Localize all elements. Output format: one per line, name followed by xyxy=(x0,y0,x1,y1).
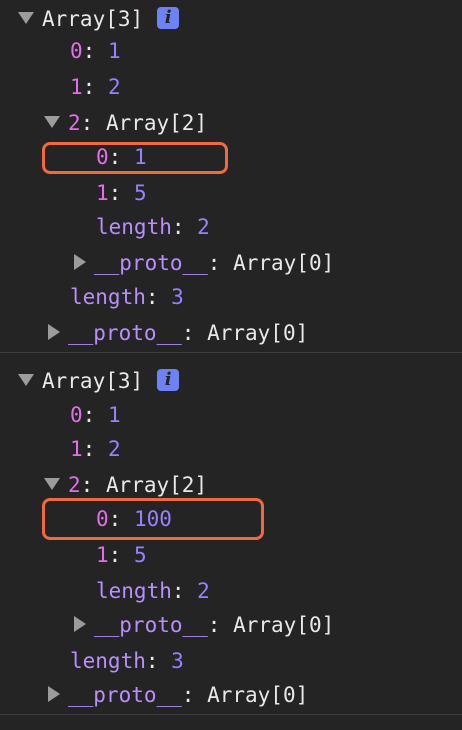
proto-value: Array[0] xyxy=(233,613,335,637)
divider xyxy=(0,714,462,715)
length-value: 2 xyxy=(197,579,210,603)
triangle-right-icon[interactable] xyxy=(74,254,86,270)
nested-length-row: length: 2 xyxy=(96,215,210,239)
array-header-row[interactable]: Array[3] i xyxy=(18,366,180,396)
array-header-label: Array[3] xyxy=(42,369,144,393)
info-icon[interactable]: i xyxy=(157,369,180,391)
property-value: 1 xyxy=(107,39,121,63)
property-key: 0 xyxy=(96,145,109,169)
nested-proto-row[interactable]: __proto__: Array[0] xyxy=(74,248,334,278)
property-value: 5 xyxy=(133,543,147,567)
nested-item-row: 1: 5 xyxy=(96,181,147,205)
nested-item-row: 1: 5 xyxy=(96,543,147,567)
triangle-down-icon[interactable] xyxy=(18,12,34,24)
triangle-down-icon[interactable] xyxy=(44,478,60,490)
array-item-row: 0: 1 xyxy=(70,403,121,427)
triangle-right-icon[interactable] xyxy=(48,686,60,702)
property-key: 1 xyxy=(70,75,83,99)
property-value: Array[2] xyxy=(105,111,208,135)
proto-value: Array[0] xyxy=(207,321,309,345)
triangle-down-icon[interactable] xyxy=(44,116,60,128)
length-value: 3 xyxy=(171,649,184,673)
length-value: 2 xyxy=(197,215,210,239)
length-row: length: 3 xyxy=(70,649,184,673)
proto-key: __proto__ xyxy=(68,683,182,707)
property-key: 0 xyxy=(96,507,109,531)
proto-key: __proto__ xyxy=(68,321,182,345)
proto-row[interactable]: __proto__: Array[0] xyxy=(48,680,308,710)
property-value: Array[2] xyxy=(105,473,208,497)
property-value: 2 xyxy=(107,437,121,461)
array-header-label: Array[3] xyxy=(42,7,144,31)
property-value: 1 xyxy=(133,145,147,169)
array-header-row[interactable]: Array[3] i xyxy=(18,4,180,34)
property-value: 5 xyxy=(133,181,147,205)
property-key: 1 xyxy=(96,543,109,567)
triangle-right-icon[interactable] xyxy=(74,616,86,632)
proto-value: Array[0] xyxy=(233,251,335,275)
property-key: 1 xyxy=(70,437,83,461)
length-value: 3 xyxy=(171,285,184,309)
console-object-panel-2: Array[3] i 0: 1 1: 2 2: Array[2] 0: 100 1… xyxy=(0,362,462,714)
nested-array-row[interactable]: 2: Array[2] xyxy=(44,470,207,500)
length-key: length xyxy=(96,579,172,603)
array-item-row: 1: 2 xyxy=(70,437,121,461)
length-key: length xyxy=(70,649,146,673)
property-key: 2 xyxy=(68,473,81,497)
proto-row[interactable]: __proto__: Array[0] xyxy=(48,318,308,348)
console-object-panel-1: Array[3] i 0: 1 1: 2 2: Array[2] 0: 1 1: … xyxy=(0,0,462,352)
nested-proto-row[interactable]: __proto__: Array[0] xyxy=(74,610,334,640)
length-row: length: 3 xyxy=(70,285,184,309)
length-key: length xyxy=(70,285,146,309)
triangle-down-icon[interactable] xyxy=(18,374,34,386)
length-key: length xyxy=(96,215,172,239)
triangle-right-icon[interactable] xyxy=(48,324,60,340)
proto-value: Array[0] xyxy=(207,683,309,707)
property-value: 2 xyxy=(107,75,121,99)
divider xyxy=(0,352,462,353)
property-key: 0 xyxy=(70,403,83,427)
proto-key: __proto__ xyxy=(94,613,208,637)
property-key: 1 xyxy=(96,181,109,205)
property-key: 0 xyxy=(70,39,83,63)
property-key: 2 xyxy=(68,111,81,135)
array-item-row: 0: 1 xyxy=(70,39,121,63)
nested-item-row: 0: 1 xyxy=(96,145,147,169)
nested-array-row[interactable]: 2: Array[2] xyxy=(44,108,207,138)
info-icon[interactable]: i xyxy=(157,7,180,29)
nested-item-row: 0: 100 xyxy=(96,507,172,531)
nested-length-row: length: 2 xyxy=(96,579,210,603)
proto-key: __proto__ xyxy=(94,251,208,275)
property-value: 100 xyxy=(133,507,172,531)
array-item-row: 1: 2 xyxy=(70,75,121,99)
property-value: 1 xyxy=(107,403,121,427)
